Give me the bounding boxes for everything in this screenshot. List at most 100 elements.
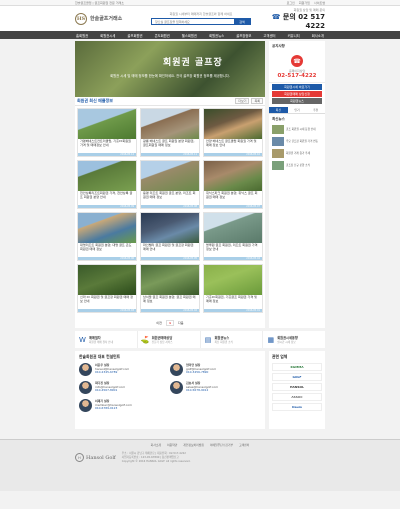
prev-page-button[interactable]: 이전 bbox=[156, 321, 162, 325]
news-item[interactable]: 주요 골프장 회원권 가격 변동 bbox=[272, 137, 322, 146]
listing-thumbnail[interactable] bbox=[141, 109, 199, 139]
listing-card[interactable]: 천안상록리조트회원권 가격, 천안상록 골프 회원권 분양 안내 2016.05.… bbox=[77, 160, 137, 209]
partner-logo[interactable]: KGMMA bbox=[272, 363, 322, 371]
news-item[interactable]: 골프 회원권 시세 동향 안내 bbox=[272, 125, 322, 134]
avatar bbox=[170, 363, 183, 376]
tab-recommended[interactable]: 추천 bbox=[306, 107, 325, 113]
listing-thumbnail[interactable] bbox=[204, 213, 262, 243]
listing-thumbnail[interactable] bbox=[204, 109, 262, 139]
listing-date: 2016.05.09 bbox=[78, 205, 136, 208]
footer-link[interactable]: 고객센터 bbox=[239, 443, 249, 447]
next-page-button[interactable]: 다음 bbox=[178, 321, 184, 325]
listing-card[interactable]: 블루원 골프 회원권, 리조트 회원권 가격 정보 안내 2016.05.04 bbox=[203, 212, 263, 261]
listing-caption[interactable]: 대명리조트 회원권 분양, 대명 골프 콘도 회원권 매매 정보 bbox=[78, 243, 136, 257]
search-button[interactable]: 검색 bbox=[234, 19, 250, 24]
listing-card[interactable]: 대명리조트 회원권 분양, 대명 골프 콘도 회원권 매매 정보 2016.05.… bbox=[77, 212, 137, 261]
footer-logo-text: Hansol Golf bbox=[86, 454, 116, 461]
partner-logo[interactable]: GOLF bbox=[272, 373, 322, 381]
listing-thumbnail[interactable] bbox=[141, 161, 199, 191]
nav-item[interactable]: 골프장정보 bbox=[235, 33, 252, 38]
listing-thumbnail[interactable] bbox=[141, 265, 199, 295]
nav-item[interactable]: 회원권시세 bbox=[99, 33, 116, 38]
nav-item[interactable]: 골프회원권 bbox=[126, 33, 143, 38]
more-button[interactable]: 더보기 bbox=[235, 98, 250, 104]
avatar bbox=[79, 399, 92, 412]
listing-thumbnail[interactable] bbox=[78, 109, 136, 139]
login-link[interactable]: 로그인 bbox=[287, 1, 295, 5]
listing-caption[interactable]: 휘닉스파크 회원권 분양, 휘닉스 골프 회원권 매매 정보 bbox=[204, 191, 262, 205]
listing-caption[interactable]: 파인밸리 골프 회원권 및 골프장 회원권 매매 안내 bbox=[141, 243, 199, 257]
listing-date: 2016.05.12 bbox=[78, 153, 136, 156]
listing-caption[interactable]: 가평베네스트컨트리클럽, 기흥cc회원권 가격 및 매매정보 안내 bbox=[78, 139, 136, 153]
consultant-item[interactable]: 이윤우 실장 hansol@hansolgolf.com 010-2345-6789 bbox=[79, 363, 170, 376]
listing-card[interactable]: 기흥cc회원권, 기흥골프 회원권 가격 및 매매 정보 2016.05.01 bbox=[203, 264, 263, 313]
listing-card[interactable]: 가평베네스트컨트리클럽, 기흥cc회원권 가격 및 매매정보 안내 2016.05… bbox=[77, 108, 137, 157]
partner-logo[interactable]: HANSOL bbox=[272, 383, 322, 391]
nav-item[interactable]: 회사소개 bbox=[311, 33, 325, 38]
listing-card[interactable]: 광릉 베네스트 골프 회원권 분양 회원권, 골프회원권 매매 정보 2016.0… bbox=[140, 108, 200, 157]
consultant-item[interactable]: 이재기 실장 member@hansolgolf.com 010-6789-0123 bbox=[79, 399, 170, 412]
signup-link[interactable]: 회원가입 bbox=[299, 1, 310, 5]
listing-card[interactable]: 신라 cc 회원권 및 골프장 회원권 매매 정보 안내 2016.05.03 bbox=[77, 264, 137, 313]
service-item[interactable]: W 매매절차 회원권 매매 절차 안내 bbox=[75, 331, 138, 348]
news-item[interactable]: 회원권 거래 증가 추세 bbox=[272, 149, 322, 158]
footer-logo[interactable]: H Hansol Golf bbox=[75, 453, 116, 463]
listing-caption[interactable]: 안양 베네스트 골프클럽 회원권 가격 및 매매 정보 안내 bbox=[204, 139, 262, 153]
list-button[interactable]: 목록 bbox=[251, 98, 263, 104]
site-logo[interactable]: HS 한솔골프거래소 bbox=[75, 12, 147, 25]
search-box: 검색 bbox=[151, 18, 251, 25]
listing-caption[interactable]: 광릉 베네스트 골프 회원권 분양 회원권, 골프회원권 매매 정보 bbox=[141, 139, 199, 153]
listing-card[interactable]: 남서울 골프 회원권 분양, 골프 회원권 매매 정보 2016.05.02 bbox=[140, 264, 200, 313]
consultant-item[interactable]: 최다진 실장 info@hansolgolf.com 010-4567-8901 bbox=[79, 381, 170, 394]
trade-icon: W bbox=[79, 335, 86, 344]
listing-caption[interactable]: 남서울 골프 회원권 분양, 골프 회원권 매매 정보 bbox=[141, 295, 199, 309]
listing-card[interactable]: 휘닉스파크 회원권 분양, 휘닉스 골프 회원권 매매 정보 2016.05.07 bbox=[203, 160, 263, 209]
service-item[interactable]: ▦ 회원권시세동향 실시간 시세 정보 bbox=[263, 331, 325, 348]
listing-thumbnail[interactable] bbox=[78, 265, 136, 295]
nav-item[interactable]: 회원권뉴스 bbox=[208, 33, 225, 38]
nav-item[interactable]: 홈회원권 bbox=[75, 33, 89, 38]
listing-caption[interactable]: 용평 리조트 회원권 골프 분양, 리조트 회원권 매매 정보 bbox=[141, 191, 199, 205]
tab-popular[interactable]: 인기 bbox=[288, 107, 307, 113]
news-item[interactable]: 골프장 신규 분양 소식 bbox=[272, 161, 322, 170]
consultant-item[interactable]: 엄미연 실장 golf@hansolgolf.com 010-3456-7890 bbox=[170, 363, 261, 376]
current-page[interactable]: 1 bbox=[165, 319, 175, 326]
listing-caption[interactable]: 신라 cc 회원권 및 골프장 회원권 매매 정보 안내 bbox=[78, 295, 136, 309]
listing-thumbnail[interactable] bbox=[78, 161, 136, 191]
nav-item[interactable]: 커뮤니티 bbox=[287, 33, 301, 38]
listing-caption[interactable]: 기흥cc회원권, 기흥골프 회원권 가격 및 매매 정보 bbox=[204, 295, 262, 309]
footer-link[interactable]: 이용약관 bbox=[167, 443, 177, 447]
listing-caption[interactable]: 천안상록리조트회원권 가격, 천안상록 골프 회원권 분양 안내 bbox=[78, 191, 136, 205]
listing-card[interactable]: 안양 베네스트 골프클럽 회원권 가격 및 매매 정보 안내 2016.05.10 bbox=[203, 108, 263, 157]
service-item[interactable]: ▤ 회원권뉴스 최신 회원권 소식 bbox=[201, 331, 264, 348]
nav-item[interactable]: 콘도회원권 bbox=[154, 33, 171, 38]
listing-thumbnail[interactable] bbox=[78, 213, 136, 243]
footer-link[interactable]: 회사소개 bbox=[151, 443, 161, 447]
phone-icon: ☎ bbox=[271, 12, 281, 21]
listing-thumbnail[interactable] bbox=[204, 265, 262, 295]
price-button[interactable]: 회원권시세 바로가기 bbox=[272, 84, 322, 90]
listing-card[interactable]: 용평 리조트 회원권 골프 분양, 리조트 회원권 매매 정보 2016.05.0… bbox=[140, 160, 200, 209]
listing-caption[interactable]: 블루원 골프 회원권, 리조트 회원권 가격 정보 안내 bbox=[204, 243, 262, 257]
consultant-phone: 010-2345-6789 bbox=[95, 370, 118, 375]
hero-banner[interactable]: 회원권 골프장 회원권 시세 및 매매 정보를 한눈에 확인하세요. 전국 골프… bbox=[75, 41, 265, 97]
search-input[interactable] bbox=[152, 19, 234, 24]
consultant-phone: 010-3456-7890 bbox=[186, 370, 209, 375]
news-button[interactable]: 회원권뉴스 bbox=[272, 98, 322, 104]
nav-item[interactable]: 고객센터 bbox=[262, 33, 276, 38]
partner-logo[interactable]: ASSOC bbox=[272, 393, 322, 401]
listing-card[interactable]: 파인밸리 골프 회원권 및 골프장 회원권 매매 안내 2016.05.05 bbox=[140, 212, 200, 261]
partner-logo[interactable]: Daum bbox=[272, 403, 322, 411]
listing-thumbnail[interactable] bbox=[141, 213, 199, 243]
sitemap-link[interactable]: 사이트맵 bbox=[314, 1, 325, 5]
consultant-item[interactable]: 김효서 실장 sales@hansolgolf.com 010-5678-9012 bbox=[170, 381, 261, 394]
tab-latest[interactable]: 최신 bbox=[269, 107, 288, 113]
footer-logo-mark: H bbox=[75, 453, 84, 463]
footer-link[interactable]: 이메일무단수집거부 bbox=[210, 443, 233, 447]
consult-button[interactable]: 회원권매매 상담신청 bbox=[272, 91, 322, 97]
footer-link[interactable]: 개인정보처리방침 bbox=[183, 443, 204, 447]
consultant-info: 이재기 실장 member@hansolgolf.com 010-6789-0123 bbox=[95, 399, 132, 412]
service-item[interactable]: ⛳ 회원권매매상담 전문가 상담 서비스 bbox=[138, 331, 201, 348]
nav-item[interactable]: 헬스회원권 bbox=[181, 33, 198, 38]
listing-thumbnail[interactable] bbox=[204, 161, 262, 191]
